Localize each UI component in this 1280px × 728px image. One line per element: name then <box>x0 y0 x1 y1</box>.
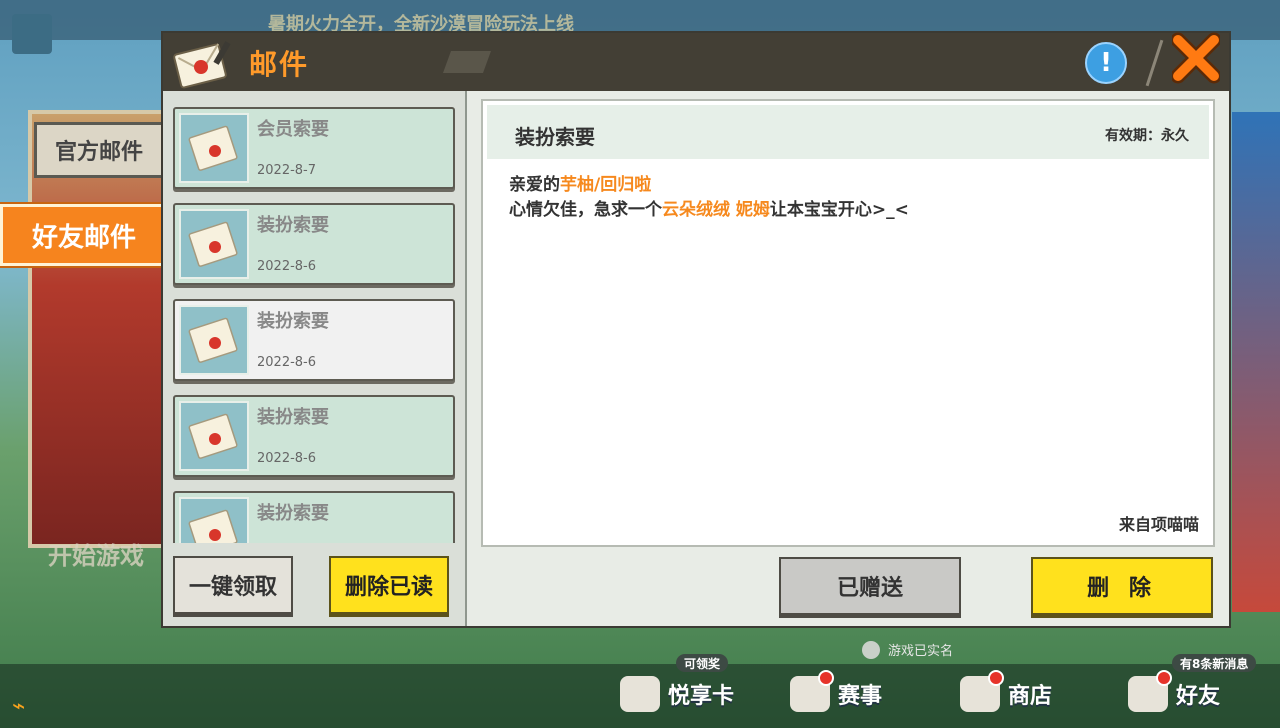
nav-joy-card[interactable]: 悦享卡 <box>620 672 734 716</box>
mail-subject: 装扮索要 <box>257 215 329 236</box>
mail-detail-pane: 装扮索要 有效期：永久 亲爱的芋柚/回归啦 心情欠佳，急求一个云朵绒绒 妮姆让本… <box>467 91 1229 626</box>
dialog-header: 邮件 ! <box>163 32 1229 91</box>
greeting-text: 亲爱的 <box>509 175 560 195</box>
side-banner-art <box>1232 112 1280 612</box>
recipient-name: 芋柚/回归啦 <box>560 175 652 195</box>
mail-list-pane: 会员索要 2022-8-7 装扮索要 2022-8-6 装扮索要 2022-8-… <box>163 91 467 626</box>
close-icon[interactable] <box>1171 29 1221 87</box>
dialog-title: 邮件 <box>249 48 310 81</box>
envelope-icon <box>179 305 249 375</box>
letter-sender: 来自项喵喵 <box>1118 515 1199 534</box>
signal-icon: ⌁ <box>12 694 26 719</box>
mail-subject: 装扮索要 <box>257 503 329 524</box>
request-text: 心情欠佳，急求一个 <box>509 200 662 220</box>
header-decoration <box>442 51 492 73</box>
nav-label: 悦享卡 <box>668 684 735 709</box>
nav-label: 好友 <box>1176 684 1221 709</box>
letter-card: 装扮索要 有效期：永久 亲爱的芋柚/回归啦 心情欠佳，急求一个云朵绒绒 妮姆让本… <box>481 99 1215 547</box>
envelope-logo-icon <box>171 37 237 89</box>
verified-text: 游戏已实名 <box>888 644 954 659</box>
mail-list-item[interactable]: 装扮索要 2022-8-6 <box>173 395 455 477</box>
mail-date: 2022-8-7 <box>257 163 317 178</box>
mail-dialog: 邮件 ! 会员索要 2022-8-7 装扮索要 2022-8-6 装扮索要 20… <box>163 32 1229 626</box>
tab-friend-mail[interactable]: 好友邮件 <box>0 204 168 266</box>
info-icon[interactable]: ! <box>1085 42 1127 84</box>
mail-date: 2022-8-6 <box>257 355 317 370</box>
mail-list-item[interactable]: 装扮索要 2022-8-6 <box>173 203 455 285</box>
mail-subject: 装扮索要 <box>257 407 329 428</box>
mail-date: 2022-8-6 <box>257 259 317 274</box>
envelope-icon <box>179 401 249 471</box>
delete-read-button[interactable]: 删除已读 <box>329 556 449 614</box>
nav-shop[interactable]: 商店 <box>960 670 1053 716</box>
mail-subject: 装扮索要 <box>257 311 329 332</box>
envelope-icon <box>179 113 249 183</box>
letter-body: 亲爱的芋柚/回归啦 心情欠佳，急求一个云朵绒绒 妮姆让本宝宝开心>_< <box>509 173 909 223</box>
speaker-icon[interactable] <box>12 14 52 54</box>
letter-line-2: 心情欠佳，急求一个云朵绒绒 妮姆让本宝宝开心>_< <box>509 198 909 223</box>
notification-dot <box>988 670 1004 686</box>
start-game-text: 开始游戏 <box>48 542 144 570</box>
envelope-icon <box>179 497 249 543</box>
letter-expiry: 有效期：永久 <box>1105 128 1189 144</box>
envelope-icon <box>179 209 249 279</box>
letter-title: 装扮索要 <box>515 125 595 149</box>
realname-verified: 游戏已实名 <box>862 640 953 659</box>
header-divider <box>1145 39 1164 87</box>
nav-events[interactable]: 赛事 <box>790 670 883 716</box>
friend-badge: 有8条新消息 <box>1172 654 1257 672</box>
requested-item: 云朵绒绒 妮姆 <box>662 200 770 220</box>
mail-list-item[interactable]: 会员索要 2022-8-7 <box>173 107 455 189</box>
cart-icon <box>960 670 1004 712</box>
claim-all-button[interactable]: 一键领取 <box>173 556 293 614</box>
mail-list-item-selected[interactable]: 装扮索要 2022-8-6 <box>173 299 455 381</box>
delete-button[interactable]: 删 除 <box>1031 557 1213 615</box>
mail-date: 2022-8-6 <box>257 451 317 466</box>
pig-card-icon <box>620 676 660 712</box>
notification-dot <box>818 670 834 686</box>
nav-friends[interactable]: 好友 <box>1128 670 1221 716</box>
nav-label: 商店 <box>1008 684 1053 709</box>
mail-list[interactable]: 会员索要 2022-8-7 装扮索要 2022-8-6 装扮索要 2022-8-… <box>171 103 457 543</box>
mail-list-item[interactable]: 装扮索要 <box>173 491 455 543</box>
friend-icon <box>1128 670 1172 712</box>
tab-official-mail[interactable]: 官方邮件 <box>34 122 164 178</box>
notification-dot <box>1156 670 1172 686</box>
card-badge: 可领奖 <box>676 654 729 672</box>
letter-header: 装扮索要 有效期：永久 <box>487 105 1209 159</box>
letter-line-1: 亲爱的芋柚/回归啦 <box>509 173 909 198</box>
mail-subject: 会员索要 <box>257 119 329 140</box>
nav-label: 赛事 <box>838 684 883 709</box>
user-icon <box>862 640 880 659</box>
trophy-icon <box>790 670 834 712</box>
gifted-button[interactable]: 已赠送 <box>779 557 961 615</box>
request-suffix: 让本宝宝开心>_< <box>769 200 909 220</box>
